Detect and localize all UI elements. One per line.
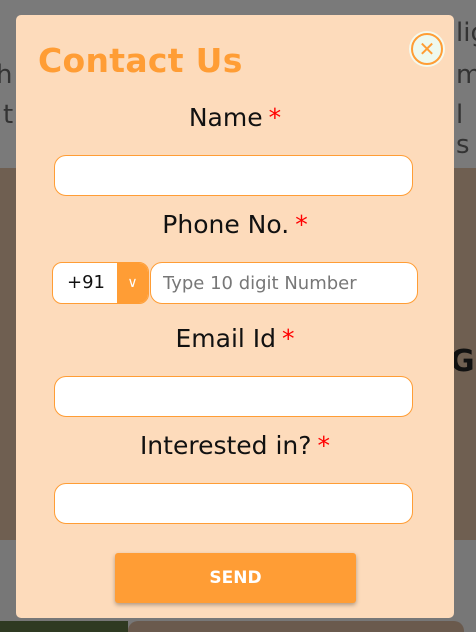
phone-label: Phone No. * xyxy=(16,210,454,239)
label-text: Interested in? xyxy=(139,431,312,460)
close-icon: ✕ xyxy=(418,37,436,61)
send-button[interactable]: SEND xyxy=(115,553,356,603)
required-mark: * xyxy=(282,324,295,353)
background-text: lig xyxy=(456,18,476,48)
modal-title: Contact Us xyxy=(38,41,243,80)
background-text: l s xyxy=(456,100,470,160)
label-text: Name xyxy=(188,103,263,132)
required-mark: * xyxy=(295,210,308,239)
background-text: h xyxy=(0,60,13,90)
required-mark: * xyxy=(317,431,331,460)
background-text: mi xyxy=(456,60,476,90)
name-label: Name * xyxy=(16,103,454,132)
close-button[interactable]: ✕ xyxy=(411,33,443,65)
interest-label: Interested in? * xyxy=(16,431,454,460)
interest-input[interactable] xyxy=(54,483,413,524)
background-text: t xyxy=(3,100,14,130)
chevron-down-icon[interactable]: ∨ xyxy=(117,263,148,303)
phone-input[interactable] xyxy=(150,262,418,304)
country-code-value: +91 xyxy=(67,272,105,293)
background-card xyxy=(128,621,464,632)
country-code-select[interactable]: +91 ∨ xyxy=(52,262,149,304)
label-text: Phone No. xyxy=(162,210,290,239)
contact-modal: Contact Us ✕ Name* Phone No.* +91 ∨ Emai… xyxy=(16,15,454,618)
email-input[interactable] xyxy=(54,376,413,417)
name-input[interactable] xyxy=(54,155,413,196)
required-mark: * xyxy=(268,103,282,132)
label-text: Email Id xyxy=(175,324,277,353)
email-label: Email Id * xyxy=(16,324,454,353)
background-image xyxy=(0,621,128,632)
